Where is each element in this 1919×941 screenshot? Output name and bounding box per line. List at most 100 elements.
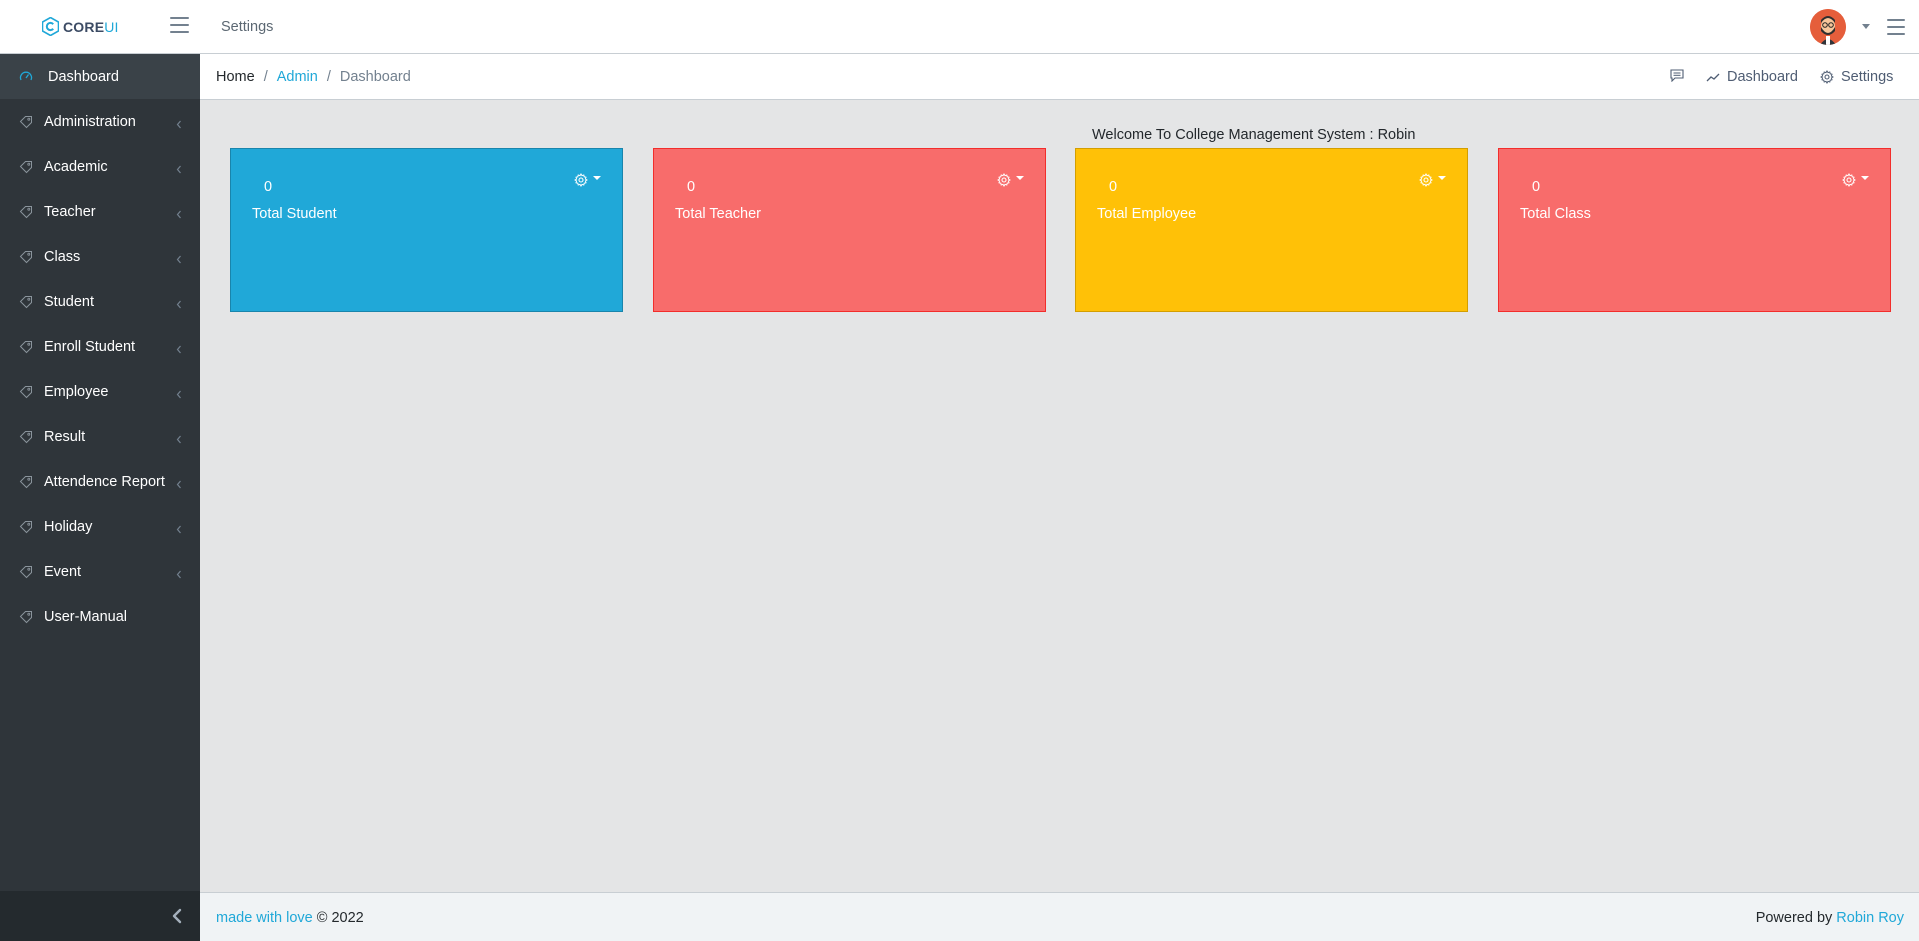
card-settings-dropdown[interactable] xyxy=(997,173,1024,187)
sidebar-item-class[interactable]: Class xyxy=(0,234,200,279)
speedometer-icon xyxy=(19,70,33,84)
gear-icon xyxy=(997,173,1011,187)
sidebar-item-label: Student xyxy=(44,293,94,310)
caret-down-icon xyxy=(1438,176,1446,180)
card-label: Total Class xyxy=(1520,206,1591,222)
chevron-left-icon xyxy=(176,477,182,489)
sidebar-item-academic[interactable]: Academic xyxy=(0,144,200,189)
chevron-left-icon xyxy=(176,342,182,354)
breadcrumb-home[interactable]: Home xyxy=(216,69,255,85)
chevron-left-icon xyxy=(176,252,182,264)
brand-logo[interactable]: CORE UI xyxy=(42,17,160,36)
card-settings-dropdown[interactable] xyxy=(1842,173,1869,187)
chevron-left-icon xyxy=(176,117,182,129)
gear-icon xyxy=(1419,173,1433,187)
tag-icon xyxy=(19,250,33,264)
chevron-left-icon xyxy=(176,522,182,534)
card-value: 0 xyxy=(687,179,696,195)
brand-core-text: CORE xyxy=(63,18,105,35)
breadcrumb-admin[interactable]: Admin xyxy=(277,69,318,85)
card-value: 0 xyxy=(1532,179,1541,195)
app-header: CORE UI Settings xyxy=(0,0,1919,54)
aside-menu-toggler-button[interactable] xyxy=(1887,19,1905,36)
sidebar-item-label: Dashboard xyxy=(48,68,119,85)
sidebar-item-employee[interactable]: Employee xyxy=(0,369,200,414)
copyright-text: © 2022 xyxy=(316,910,364,926)
tag-icon xyxy=(19,430,33,444)
tag-icon xyxy=(19,475,33,489)
author-link[interactable]: Robin Roy xyxy=(1836,910,1904,926)
total-teacher-card: 0 Total Teacher xyxy=(653,148,1046,312)
powered-by-text: Powered by xyxy=(1755,910,1833,926)
breadcrumb-settings-link[interactable]: Settings xyxy=(1820,69,1893,85)
breadcrumb: Home / Admin / Dashboard xyxy=(216,69,411,85)
tag-icon xyxy=(19,115,33,129)
tag-icon xyxy=(19,340,33,354)
chevron-left-icon xyxy=(176,567,182,579)
breadcrumb-dashboard-link[interactable]: Dashboard xyxy=(1706,69,1798,85)
chevron-left-icon xyxy=(176,207,182,219)
sidebar-item-administration[interactable]: Administration xyxy=(0,99,200,144)
gear-icon xyxy=(574,173,588,187)
breadcrumb-settings-label: Settings xyxy=(1841,69,1894,85)
sidebar-item-label: User-Manual xyxy=(44,608,127,625)
made-with-love-link[interactable]: made with love xyxy=(216,910,313,926)
header-settings-link[interactable]: Settings xyxy=(221,19,273,35)
sidebar-item-event[interactable]: Event xyxy=(0,549,200,594)
footer-right: Powered by Robin Roy xyxy=(1756,910,1904,926)
user-avatar[interactable] xyxy=(1810,9,1846,45)
card-label: Total Employee xyxy=(1097,206,1197,222)
breadcrumb-current: Dashboard xyxy=(339,69,411,85)
app-footer: made with love © 2022 Powered by Robin R… xyxy=(200,892,1919,941)
chevron-left-icon xyxy=(176,162,182,174)
sidebar-item-result[interactable]: Result xyxy=(0,414,200,459)
caret-down-icon xyxy=(1861,176,1869,180)
tag-icon xyxy=(19,520,33,534)
sidebar-item-user-manual[interactable]: User-Manual xyxy=(0,594,200,639)
tag-icon xyxy=(19,385,33,399)
sidebar-item-enroll-student[interactable]: Enroll Student xyxy=(0,324,200,369)
sidebar-item-student[interactable]: Student xyxy=(0,279,200,324)
breadcrumb-speech-button[interactable] xyxy=(1670,69,1691,82)
gear-icon xyxy=(1842,173,1856,187)
footer-left: made with love © 2022 xyxy=(216,910,364,926)
sidebar-item-label: Administration xyxy=(44,113,136,130)
sidebar: Dashboard Administration Academic Teacher Cl… xyxy=(0,54,200,941)
tag-icon xyxy=(19,610,33,624)
sidebar-toggler-button[interactable] xyxy=(170,17,189,35)
welcome-message: Welcome To College Management System : R… xyxy=(1092,127,1416,143)
card-label: Total Teacher xyxy=(675,206,761,222)
tag-icon xyxy=(19,205,33,219)
graph-icon xyxy=(1706,73,1720,82)
tag-icon xyxy=(19,295,33,309)
sidebar-item-teacher[interactable]: Teacher xyxy=(0,189,200,234)
sidebar-nav: Dashboard Administration Academic Teacher Cl… xyxy=(0,54,200,639)
card-settings-dropdown[interactable] xyxy=(574,173,601,187)
sidebar-item-label: Holiday xyxy=(44,518,93,535)
total-student-card: 0 Total Student xyxy=(230,148,623,312)
sidebar-item-dashboard[interactable]: Dashboard xyxy=(0,54,200,99)
sidebar-item-label: Class xyxy=(44,248,81,265)
card-settings-dropdown[interactable] xyxy=(1419,173,1446,187)
breadcrumb-separator: / xyxy=(263,69,268,85)
gear-icon xyxy=(1820,70,1834,84)
breadcrumb-dashboard-label: Dashboard xyxy=(1727,69,1798,85)
sidebar-item-holiday[interactable]: Holiday xyxy=(0,504,200,549)
sidebar-minimizer-button[interactable] xyxy=(0,891,200,941)
total-class-card: 0 Total Class xyxy=(1498,148,1891,312)
sidebar-item-attendence-report[interactable]: Attendence Report xyxy=(0,459,200,504)
caret-down-icon xyxy=(1016,176,1024,180)
sidebar-item-label: Academic xyxy=(44,158,108,175)
chevron-left-icon xyxy=(176,297,182,309)
chevron-left-icon xyxy=(176,432,182,444)
sidebar-item-label: Attendence Report xyxy=(44,473,165,490)
sidebar-item-label: Event xyxy=(44,563,82,580)
sidebar-item-label: Enroll Student xyxy=(44,338,136,355)
breadcrumb-separator: / xyxy=(326,69,331,85)
breadcrumb-bar: Home / Admin / Dashboard Dashboard Setti… xyxy=(200,54,1919,100)
user-menu-caret-icon[interactable] xyxy=(1862,24,1870,29)
caret-down-icon xyxy=(593,176,601,180)
chevron-left-icon xyxy=(172,908,182,924)
card-label: Total Student xyxy=(252,206,337,222)
card-value: 0 xyxy=(264,179,273,195)
